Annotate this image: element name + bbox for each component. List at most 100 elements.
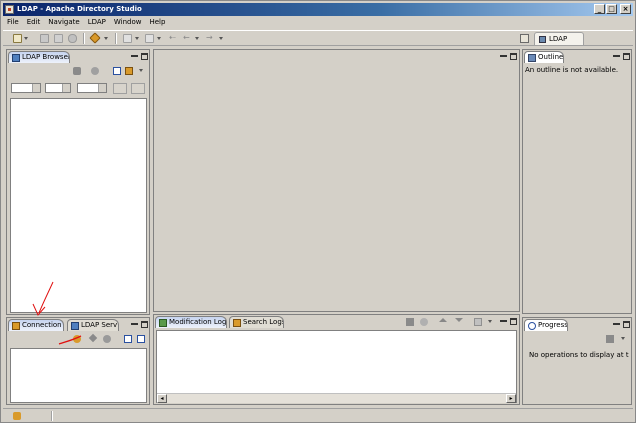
ldap-browser-header: LDAP Browser — [7, 50, 149, 63]
browser-combo-3[interactable] — [77, 83, 107, 93]
menu-file[interactable]: File — [3, 17, 23, 28]
collapse-all-icon[interactable] — [137, 335, 145, 343]
prev-annotation-dropdown-icon[interactable] — [157, 37, 161, 40]
export-log-icon[interactable] — [474, 318, 482, 326]
tab-label: Modification Logs — [169, 318, 227, 326]
modification-logs-icon — [159, 319, 167, 327]
filter-icon[interactable] — [125, 67, 133, 75]
tab-label: Outline — [538, 53, 564, 61]
next-annotation-dropdown-icon[interactable] — [135, 37, 139, 40]
status-separator — [51, 411, 53, 421]
maximize-view-icon[interactable] — [141, 321, 148, 328]
minimize-button[interactable]: _ — [594, 4, 605, 14]
menu-edit[interactable]: Edit — [23, 17, 45, 28]
logs-header: Modification Logs Search Logs — [154, 315, 519, 328]
tab-label: LDAP Browser — [22, 53, 70, 61]
new-dropdown-icon[interactable] — [24, 37, 28, 40]
ldap-browser-toolbar — [7, 65, 149, 77]
log-horizontal-scrollbar[interactable]: ◂ ▸ — [157, 393, 516, 403]
tab-label: Progress — [538, 321, 568, 329]
fast-view-icon[interactable] — [13, 412, 21, 420]
open-perspective-icon[interactable] — [520, 34, 529, 43]
refresh-icon[interactable] — [73, 67, 81, 75]
browser-combo-2[interactable] — [45, 83, 71, 93]
connect-dropdown-icon[interactable] — [104, 37, 108, 40]
remove-finished-icon[interactable] — [606, 335, 614, 343]
menu-help[interactable]: Help — [145, 17, 169, 28]
minimize-editor-icon[interactable] — [500, 53, 507, 57]
browser-combo-1[interactable] — [11, 83, 41, 93]
close-button[interactable]: × — [620, 4, 631, 14]
older-log-icon[interactable] — [439, 318, 447, 322]
outline-icon — [528, 54, 536, 62]
view-menu-icon[interactable] — [139, 69, 143, 72]
tab-ldap-servers[interactable]: LDAP Serv — [67, 319, 119, 331]
tab-search-logs[interactable]: Search Logs — [229, 316, 284, 328]
forward-icon[interactable]: → — [206, 34, 215, 43]
maximize-button[interactable]: □ — [606, 4, 617, 14]
servers-icon — [71, 322, 79, 330]
newer-log-icon[interactable] — [455, 318, 463, 322]
ldap-browser-icon — [12, 54, 20, 62]
close-connection-icon[interactable] — [103, 335, 111, 343]
tab-label: Connection — [22, 321, 62, 329]
print-icon[interactable] — [68, 34, 77, 43]
logs-panel: Modification Logs Search Logs ◂ ▸ — [153, 314, 520, 405]
new-connection-icon[interactable] — [73, 335, 81, 343]
forward-dropdown-icon[interactable] — [219, 37, 223, 40]
view-menu-icon[interactable] — [488, 320, 492, 323]
modification-log-text[interactable]: ◂ ▸ — [156, 330, 517, 403]
collapse-all-icon[interactable] — [113, 67, 121, 75]
save-icon[interactable] — [40, 34, 49, 43]
ldap-browser-tree[interactable] — [10, 98, 147, 313]
connections-header: Connection LDAP Serv — [7, 318, 149, 331]
window-controls: _ □ × — [594, 4, 631, 14]
outline-panel: Outline An outline is not available. — [522, 49, 632, 314]
tab-connection[interactable]: Connection — [8, 319, 64, 331]
perspective-ldap[interactable]: LDAP — [534, 32, 584, 46]
new-icon[interactable] — [13, 34, 22, 43]
status-bar — [3, 408, 633, 422]
tab-outline[interactable]: Outline — [524, 51, 564, 63]
connect-icon[interactable] — [89, 32, 101, 44]
tab-label: Search Logs — [243, 318, 284, 326]
menu-navigate[interactable]: Navigate — [44, 17, 83, 28]
title-bar[interactable]: LDAP - Apache Directory Studio _ □ × — [3, 3, 633, 16]
maximize-view-icon[interactable] — [141, 53, 148, 60]
menu-window[interactable]: Window — [110, 17, 146, 28]
progress-header: Progress — [523, 318, 631, 331]
minimize-view-icon[interactable] — [131, 321, 138, 325]
open-connection-icon[interactable] — [88, 333, 98, 343]
connections-list[interactable] — [10, 348, 147, 403]
tab-progress[interactable]: Progress — [524, 319, 568, 331]
refresh-log-icon[interactable] — [420, 318, 428, 326]
menu-ldap[interactable]: LDAP — [84, 17, 110, 28]
back-icon[interactable]: ← — [183, 34, 192, 43]
clear-search-icon[interactable] — [131, 83, 145, 94]
save-all-icon[interactable] — [54, 34, 63, 43]
minimize-view-icon[interactable] — [500, 318, 507, 322]
tab-ldap-browser[interactable]: LDAP Browser — [8, 51, 70, 63]
back-dropdown-icon[interactable] — [195, 37, 199, 40]
progress-icon — [528, 322, 536, 330]
maximize-editor-icon[interactable] — [510, 53, 517, 60]
ldap-perspective-icon — [539, 36, 546, 43]
view-menu-icon[interactable] — [621, 337, 625, 340]
next-annotation-icon[interactable] — [123, 34, 132, 43]
maximize-view-icon[interactable] — [510, 318, 517, 325]
last-edit-icon[interactable]: ⇠ — [169, 34, 178, 43]
scroll-right-button[interactable]: ▸ — [506, 394, 516, 403]
prev-annotation-icon[interactable] — [145, 34, 154, 43]
link-icon[interactable] — [91, 67, 99, 75]
outline-message: An outline is not available. — [525, 66, 619, 74]
scroll-left-button[interactable]: ◂ — [157, 394, 167, 403]
minimize-view-icon[interactable] — [613, 321, 620, 325]
clear-log-icon[interactable] — [406, 318, 414, 326]
maximize-view-icon[interactable] — [623, 53, 630, 60]
quick-search-icon[interactable] — [113, 83, 127, 94]
minimize-view-icon[interactable] — [131, 53, 138, 57]
minimize-view-icon[interactable] — [613, 53, 620, 57]
tab-modification-logs[interactable]: Modification Logs — [155, 316, 227, 328]
expand-all-icon[interactable] — [124, 335, 132, 343]
maximize-view-icon[interactable] — [623, 321, 630, 328]
